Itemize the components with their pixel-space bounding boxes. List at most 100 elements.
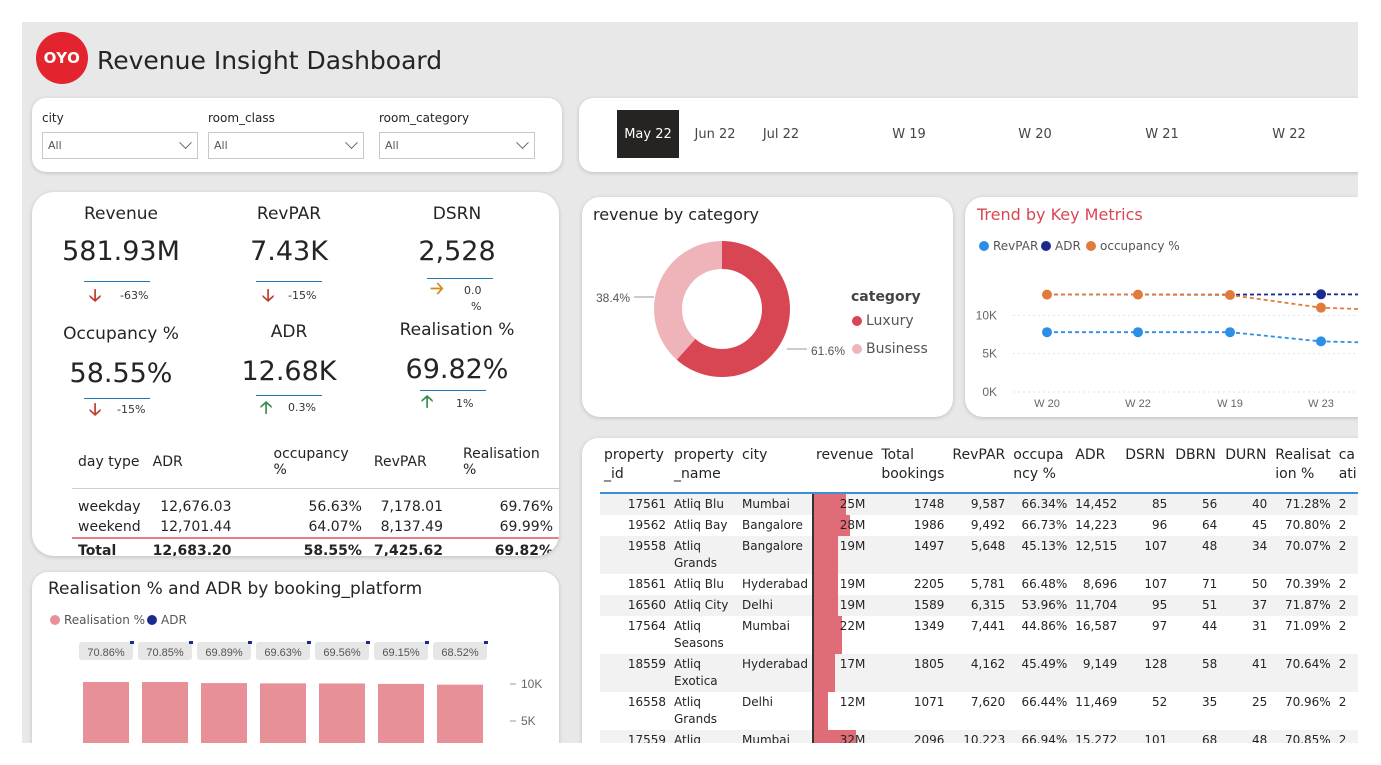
tile-may-22[interactable]: May 22 <box>617 110 679 158</box>
bar[interactable] <box>319 683 365 743</box>
data-point[interactable] <box>1225 327 1235 338</box>
data-point[interactable] <box>1316 302 1326 313</box>
table-row[interactable]: 17561 Atliq Blu Mumbai 25M 1748 9,587 66.34% 14… <box>600 493 1358 515</box>
column-header[interactable]: Realisation % <box>449 446 559 489</box>
table-header-row: day type ADR occupancy % RevPAR Realisat… <box>72 446 559 489</box>
city-slicer[interactable]: city All <box>42 111 198 159</box>
data-point[interactable] <box>1316 289 1326 300</box>
kpi-occupancy-value: 58.55% <box>69 358 173 389</box>
table-row[interactable]: 16560 Atliq City Delhi 19M 1589 6,315 53.96% 11… <box>600 595 1358 616</box>
revenue-value: 22M <box>839 619 866 633</box>
table-cell: 70.85% <box>1271 730 1335 743</box>
data-point[interactable] <box>1225 290 1235 301</box>
room-class-slicer[interactable]: room_class All <box>208 111 364 159</box>
column-header[interactable]: RevPAR <box>948 446 1010 494</box>
tile-jun-22[interactable]: Jun 22 <box>683 110 747 158</box>
table-cell: Atliq Blu <box>674 577 724 591</box>
table-cell: 12,683.20 <box>146 537 238 556</box>
table-row[interactable]: 16558 Atliq Grands Delhi 12M 1071 7,620 66.44%… <box>600 692 1358 730</box>
legend-item-business[interactable]: Business <box>852 341 928 357</box>
column-header[interactable]: ADR <box>1071 446 1122 494</box>
bar[interactable] <box>142 682 188 743</box>
column-header[interactable]: RevPAR <box>368 446 449 489</box>
column-header[interactable]: ADR <box>147 446 238 489</box>
data-point[interactable] <box>1042 327 1052 338</box>
series-line[interactable] <box>1047 331 1358 344</box>
data-point[interactable] <box>1316 336 1326 347</box>
data-point[interactable] <box>1042 289 1052 300</box>
table-cell: Hyderabad <box>738 654 812 692</box>
table-row[interactable]: 17564 Atliq Seasons Mumbai 22M 1349 7,441 44.8… <box>600 616 1358 654</box>
kpi-adr-delta: 0.3% <box>288 401 316 414</box>
table-cell: Delhi <box>742 695 773 709</box>
slicer-label: room_class <box>208 111 275 125</box>
table-cell: 2 <box>1334 536 1358 574</box>
room-category-slicer[interactable]: room_category All <box>379 111 535 159</box>
table-cell: 28M <box>812 515 877 536</box>
y2-tick-label: 10K <box>521 677 542 691</box>
adr-marker[interactable] <box>484 641 488 644</box>
series-line[interactable] <box>1047 293 1358 310</box>
table-cell: 10,223 <box>948 730 1010 743</box>
table-row[interactable]: 18561 Atliq Blu Hyderabad 19M 2205 5,781 66.48… <box>600 574 1358 595</box>
data-point[interactable] <box>1133 327 1143 338</box>
bar[interactable] <box>437 684 483 743</box>
adr-marker[interactable] <box>189 641 193 644</box>
x-tick-label: W 19 <box>1217 398 1243 410</box>
column-header[interactable]: revenue <box>812 446 878 494</box>
column-header[interactable]: occupancy % <box>1009 446 1072 494</box>
table-cell: 2 <box>1338 619 1347 633</box>
adr-marker[interactable] <box>366 641 370 644</box>
arrow-down-icon: 🡣 <box>89 286 102 306</box>
table-cell: 17M <box>812 654 878 692</box>
column-header[interactable]: Total bookings <box>877 446 949 494</box>
column-header[interactable]: DSRN <box>1121 446 1172 494</box>
data-label: 68.52% <box>441 647 479 659</box>
table-cell: 12,515 <box>1071 536 1122 574</box>
table-cell: 12,701.44 <box>160 519 232 535</box>
column-header[interactable]: property _id <box>600 446 670 494</box>
column-header[interactable]: ca ati <box>1334 446 1358 494</box>
table-cell: Bangalore <box>742 518 803 532</box>
column-header[interactable]: DURN <box>1221 446 1272 494</box>
tile-w-21[interactable]: W 21 <box>1112 110 1212 158</box>
column-header[interactable]: city <box>738 446 812 494</box>
day-type-table: day type ADR occupancy % RevPAR Realisat… <box>72 446 559 556</box>
bar[interactable] <box>83 682 129 743</box>
table-row[interactable]: 19562 Atliq Bay Bangalore 28M 1986 9,492 66.73… <box>600 515 1358 536</box>
table-row[interactable]: 18559 Atliq Exotica Hyderabad 17M 1805 4,162 4… <box>600 654 1358 692</box>
bar[interactable] <box>378 683 424 743</box>
column-header[interactable]: occupancy % <box>238 446 368 489</box>
tile-w-22[interactable]: W 22 <box>1239 110 1339 158</box>
column-header[interactable]: day type <box>72 446 147 489</box>
tile-jul-22[interactable]: Jul 22 <box>749 110 813 158</box>
kpi-revpar-title: RevPAR <box>256 204 322 224</box>
adr-marker[interactable] <box>130 641 134 644</box>
tile-w-20[interactable]: W 20 <box>985 110 1085 158</box>
tile-w-19[interactable]: W 19 <box>859 110 959 158</box>
data-point[interactable] <box>1133 289 1143 300</box>
data-label: 69.63% <box>264 647 302 659</box>
table-cell: 71.28% <box>1271 493 1335 515</box>
bar[interactable] <box>260 683 306 743</box>
adr-marker[interactable] <box>425 641 429 644</box>
donut-slice-business[interactable] <box>654 241 722 360</box>
column-header[interactable]: Realisation % <box>1271 446 1335 494</box>
table-cell: Bangalore <box>738 536 812 574</box>
column-header[interactable]: property _name <box>670 446 738 494</box>
room-category-dropdown[interactable]: All <box>379 132 535 159</box>
table-total-row: Total 12,683.20 58.55% 7,425.62 69.82% <box>72 537 559 556</box>
table-cell: 12,676.03 <box>160 499 232 515</box>
table-row[interactable]: 17559 Atliq Mumbai 32M 2096 10,223 66.94% 15,27… <box>600 730 1358 743</box>
table-row[interactable]: 19558 Atliq Grands Bangalore 19M 1497 5,648 45… <box>600 536 1358 574</box>
adr-marker[interactable] <box>248 641 252 644</box>
room-class-dropdown[interactable]: All <box>208 132 364 159</box>
revenue-value: 32M <box>839 733 866 743</box>
column-header[interactable]: DBRN <box>1171 446 1222 494</box>
table-cell: 70.39% <box>1284 577 1331 591</box>
adr-marker[interactable] <box>307 641 311 644</box>
city-dropdown[interactable]: All <box>42 132 198 159</box>
legend-item-luxury[interactable]: Luxury <box>852 313 914 329</box>
y-tick-label: 5K <box>982 347 997 361</box>
bar[interactable] <box>201 683 247 743</box>
